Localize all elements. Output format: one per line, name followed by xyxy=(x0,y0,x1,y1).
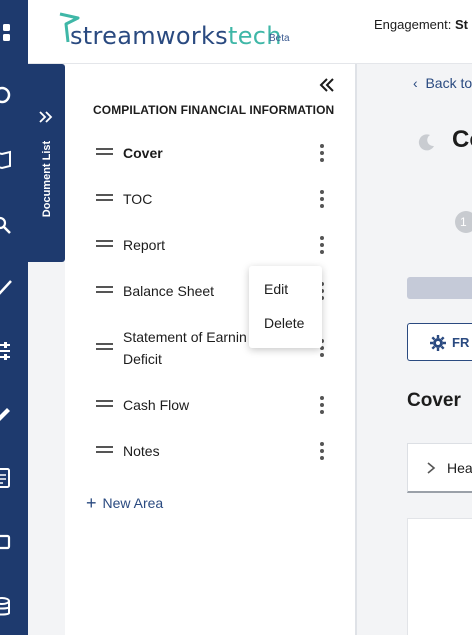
progress-bar xyxy=(407,277,472,299)
drag-handle-icon[interactable] xyxy=(96,343,113,352)
plus-icon: + xyxy=(86,493,97,513)
box-icon[interactable] xyxy=(0,531,13,553)
drag-handle-icon[interactable] xyxy=(96,240,113,249)
sliders-icon[interactable] xyxy=(0,340,13,362)
more-options-icon[interactable] xyxy=(319,144,325,162)
content-card xyxy=(407,518,472,635)
book-icon[interactable] xyxy=(0,148,13,170)
refresh-icon[interactable] xyxy=(0,84,13,106)
engagement-label: Engagement: St xyxy=(374,17,468,32)
drag-handle-icon[interactable] xyxy=(96,400,113,409)
document-list-label: Document List xyxy=(40,140,53,218)
more-options-icon[interactable] xyxy=(319,396,325,414)
back-link[interactable]: ‹ Back to xyxy=(413,75,472,91)
logo-wordmark: streamworkstech xyxy=(70,22,282,50)
section-title: Cover xyxy=(407,390,461,411)
chevron-right-icon xyxy=(427,462,436,474)
more-options-icon[interactable] xyxy=(319,442,325,460)
engagement-value: St xyxy=(454,17,468,32)
gear-icon xyxy=(430,335,446,351)
pen-icon[interactable] xyxy=(0,402,13,424)
panel-title: COMPILATION FINANCIAL INFORMATION xyxy=(93,103,335,117)
panel-divider xyxy=(355,64,357,635)
more-options-icon[interactable] xyxy=(319,236,325,254)
step-indicator[interactable]: 1 xyxy=(455,211,472,233)
list-item-label: Notes xyxy=(123,443,160,459)
list-item-label: Statement of Earnin xyxy=(123,329,247,345)
list-item-label: Cash Flow xyxy=(123,397,190,413)
grid-icon[interactable] xyxy=(0,22,13,44)
new-area-button[interactable]: + New Area xyxy=(86,493,163,514)
document-list-tab[interactable]: Document List xyxy=(28,64,65,262)
document-icon[interactable] xyxy=(0,467,13,489)
collapse-panel-icon[interactable] xyxy=(318,76,336,94)
accordion-label: Hea xyxy=(447,460,472,476)
list-item-label: Report xyxy=(123,237,166,253)
context-menu: Edit Delete xyxy=(249,266,322,348)
beta-badge: Beta xyxy=(269,33,290,44)
list-item-label: Cover xyxy=(123,145,163,161)
chevron-left-icon: ‹ xyxy=(413,75,418,91)
search-doc-icon[interactable] xyxy=(0,214,13,236)
icon-rail xyxy=(0,0,28,635)
fr-button-label: FR xyxy=(452,335,470,350)
drag-handle-icon[interactable] xyxy=(96,286,113,295)
list-item-label: Balance Sheet xyxy=(123,283,215,299)
double-chevron-right-icon xyxy=(39,111,53,123)
list-item-label-line2: Deficit xyxy=(123,351,162,367)
header-accordion[interactable]: Hea xyxy=(407,443,472,493)
drag-handle-icon[interactable] xyxy=(96,148,113,157)
menu-item-delete[interactable]: Delete xyxy=(264,315,304,331)
page-title: Co xyxy=(452,126,472,153)
drag-handle-icon[interactable] xyxy=(96,446,113,455)
moon-icon xyxy=(418,134,434,151)
database-icon[interactable] xyxy=(0,596,13,618)
check-icon[interactable] xyxy=(0,276,13,298)
top-header: streamworkstech Beta Engagement: St xyxy=(28,0,472,64)
drag-handle-icon[interactable] xyxy=(96,194,113,203)
fr-button[interactable]: FR xyxy=(407,323,472,361)
list-item-label: TOC xyxy=(123,191,153,207)
menu-item-edit[interactable]: Edit xyxy=(264,281,288,297)
more-options-icon[interactable] xyxy=(319,190,325,208)
